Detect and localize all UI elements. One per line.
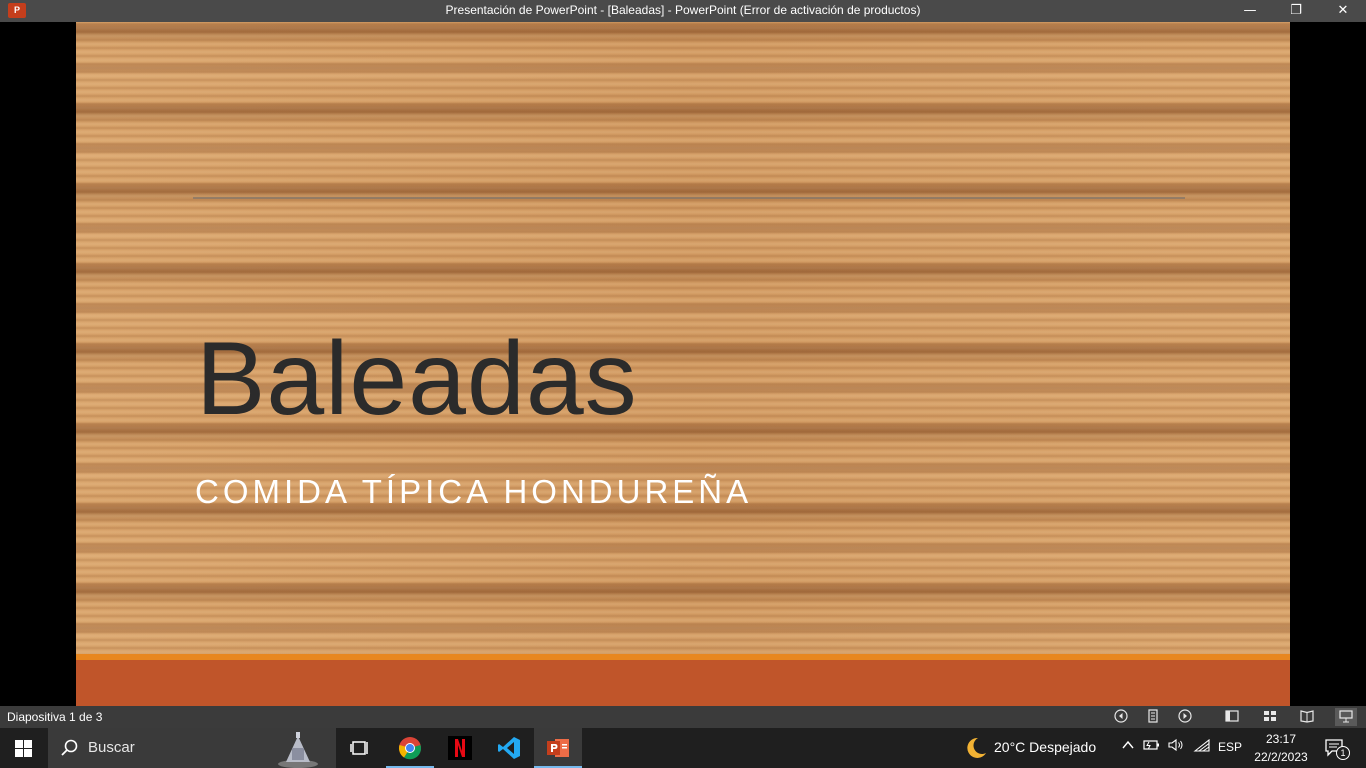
windows-logo-icon xyxy=(15,740,32,757)
taskbar-netflix[interactable] xyxy=(436,728,484,768)
clock[interactable]: 23:17 22/2/2023 xyxy=(1248,730,1314,766)
close-button[interactable]: ✕ xyxy=(1320,0,1366,22)
restore-button[interactable]: ❐ xyxy=(1273,0,1319,22)
window-title: Presentación de PowerPoint - [Baleadas] … xyxy=(445,3,921,17)
volume-icon[interactable] xyxy=(1166,738,1186,758)
search-placeholder: Buscar xyxy=(88,739,135,756)
search-icon xyxy=(61,739,78,756)
slide-title: Baleadas xyxy=(196,321,638,437)
clock-time: 23:17 xyxy=(1265,732,1297,746)
language-indicator[interactable]: ESP xyxy=(1218,740,1242,754)
taskbar-vscode[interactable] xyxy=(485,728,533,768)
window-titlebar: P Presentación de PowerPoint - [Baleadas… xyxy=(0,0,1366,22)
clock-date: 22/2/2023 xyxy=(1254,750,1308,764)
chrome-icon xyxy=(398,737,422,760)
previous-slide-icon[interactable] xyxy=(1112,708,1130,726)
normal-view-icon[interactable] xyxy=(1223,708,1241,726)
slide[interactable]: Baleadas COMIDA TÍPICA HONDUREÑA xyxy=(76,22,1290,706)
netflix-icon xyxy=(448,736,472,760)
battery-icon[interactable] xyxy=(1142,738,1162,758)
vscode-icon xyxy=(498,737,520,759)
windows-taskbar: Buscar 20°C Despejado ESP 23:17 22/2/202… xyxy=(0,728,1366,768)
task-view-button[interactable] xyxy=(336,728,384,768)
slide-footer-band xyxy=(76,660,1290,706)
slide-subtitle: COMIDA TÍPICA HONDUREÑA xyxy=(195,473,753,510)
start-button[interactable] xyxy=(0,728,48,768)
weather-text: 20°C Despejado xyxy=(994,739,1097,755)
powerpoint-icon xyxy=(547,739,569,757)
status-bar: Diapositiva 1 de 3 xyxy=(0,706,1366,728)
slide-counter: Diapositiva 1 de 3 xyxy=(7,710,103,724)
show-hidden-icons-chevron-icon[interactable] xyxy=(1118,738,1138,758)
search-highlight-icon xyxy=(278,732,318,768)
search-box[interactable]: Buscar xyxy=(48,728,336,768)
slide-sorter-icon[interactable] xyxy=(1261,708,1279,726)
taskbar-powerpoint[interactable] xyxy=(534,728,582,768)
task-view-icon xyxy=(350,741,368,755)
next-slide-icon[interactable] xyxy=(1176,708,1194,726)
notification-count-badge: 1 xyxy=(1336,746,1350,760)
wifi-icon[interactable] xyxy=(1192,738,1212,758)
slide-menu-icon[interactable] xyxy=(1144,708,1162,726)
slideshow-icon[interactable] xyxy=(1335,708,1357,726)
taskbar-chrome[interactable] xyxy=(386,728,434,768)
moon-icon xyxy=(967,737,986,758)
action-center-button[interactable]: 1 xyxy=(1320,736,1354,762)
slideshow-stage[interactable]: Baleadas COMIDA TÍPICA HONDUREÑA xyxy=(0,22,1366,706)
decorative-line xyxy=(193,197,1185,199)
minimize-button[interactable]: — xyxy=(1227,0,1273,22)
reading-view-icon[interactable] xyxy=(1298,708,1316,726)
